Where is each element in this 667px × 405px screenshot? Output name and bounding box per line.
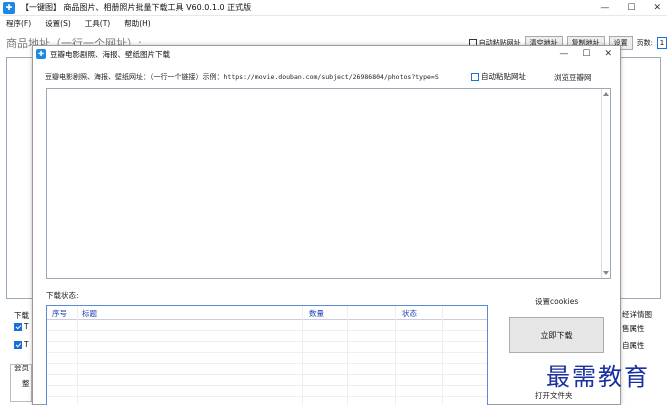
- douban-download-dialog: ✚ 豆瓣电影剧照、海报、壁纸图片下载 — ☐ ✕ 豆瓣电影剧照、海报、壁纸网址：…: [32, 45, 621, 405]
- douban-url-example: https://movie.douban.com/subject/2698680…: [223, 73, 439, 81]
- main-window-controls: — ☐ ✕: [600, 0, 661, 16]
- douban-url-instruction: 豆瓣电影剧照、海报、壁纸网址：（一行一个链接）示例：: [45, 73, 224, 81]
- table-row: [47, 375, 487, 386]
- header-index: 序号: [52, 309, 67, 318]
- table-row: [47, 386, 487, 397]
- app-icon: ✚: [3, 1, 15, 14]
- table-row: [47, 320, 487, 331]
- checkbox-box-icon: [471, 72, 479, 81]
- page-count-input[interactable]: 1: [657, 37, 667, 49]
- custom-attr-option[interactable]: 自属性: [622, 340, 645, 351]
- minimize-icon[interactable]: —: [600, 3, 609, 13]
- download-now-button[interactable]: 立即下载: [509, 317, 604, 353]
- detail-image-option[interactable]: 经详情图: [622, 309, 652, 320]
- page-count-label: 页数:: [636, 39, 653, 47]
- maximize-icon[interactable]: ☐: [627, 3, 635, 13]
- table-row: [47, 364, 487, 375]
- watermark-text: 最需教育: [546, 363, 650, 391]
- close-icon[interactable]: ✕: [604, 49, 612, 59]
- table-row: [47, 331, 487, 342]
- main-window-title: 【一键图】 商品图片、相册照片批量下载工具 V60.0.1.0 正式版: [21, 3, 252, 12]
- dialog-title: 豆瓣电影剧照、海报、壁纸图片下载: [50, 49, 170, 59]
- checkbox-checked-icon: [14, 340, 22, 349]
- download-status-table: 序号 标题 数量 状态: [46, 305, 488, 405]
- header-count: 数量: [309, 309, 324, 318]
- maximize-icon[interactable]: ☐: [582, 49, 590, 59]
- dialog-auto-paste-label: 自动粘贴网址: [481, 72, 526, 81]
- option-label-2: T: [24, 340, 29, 349]
- close-icon[interactable]: ✕: [653, 3, 661, 13]
- browse-douban-link[interactable]: 浏览豆瓣网: [554, 72, 592, 83]
- member-button-partial[interactable]: 整: [22, 378, 30, 389]
- sale-attr-option[interactable]: 售属性: [622, 323, 645, 334]
- dialog-auto-paste-checkbox[interactable]: 自动粘贴网址: [471, 71, 526, 82]
- dialog-title-bar: ✚ 豆瓣电影剧照、海报、壁纸图片下载 — ☐ ✕: [33, 46, 620, 62]
- menu-settings[interactable]: 设置(S): [45, 18, 71, 29]
- scroll-down-icon[interactable]: [603, 271, 609, 275]
- checkbox-checked-icon: [14, 322, 22, 331]
- download-options-label: 下载: [14, 311, 29, 320]
- douban-url-label: 豆瓣电影剧照、海报、壁纸网址：（一行一个链接）示例：https://movie.…: [45, 72, 439, 82]
- table-row: [47, 353, 487, 364]
- option-checkbox-1[interactable]: T: [14, 322, 29, 331]
- table-row: [47, 342, 487, 353]
- dialog-window-controls: — ☐ ✕: [559, 46, 612, 62]
- vertical-scrollbar[interactable]: [601, 89, 610, 278]
- table-header: 序号 标题 数量 状态: [47, 306, 487, 320]
- minimize-icon[interactable]: —: [559, 49, 568, 59]
- set-cookies-link[interactable]: 设置cookies: [535, 296, 578, 307]
- menu-program[interactable]: 程序(F): [6, 18, 31, 29]
- main-title-bar: ✚ 【一键图】 商品图片、相册照片批量下载工具 V60.0.1.0 正式版 — …: [0, 0, 667, 16]
- option-checkbox-2[interactable]: T: [14, 340, 29, 349]
- option-label-1: T: [24, 322, 29, 331]
- scroll-up-icon[interactable]: [603, 92, 609, 96]
- menu-bar: 程序(F) 设置(S) 工具(T) 帮助(H): [0, 16, 667, 30]
- dialog-app-icon: ✚: [36, 49, 46, 59]
- menu-tools[interactable]: 工具(T): [85, 18, 110, 29]
- douban-url-textarea[interactable]: [46, 88, 611, 279]
- download-status-label: 下载状态:: [46, 291, 79, 300]
- menu-help[interactable]: 帮助(H): [124, 18, 151, 29]
- header-title: 标题: [82, 309, 97, 318]
- header-status: 状态: [402, 309, 417, 318]
